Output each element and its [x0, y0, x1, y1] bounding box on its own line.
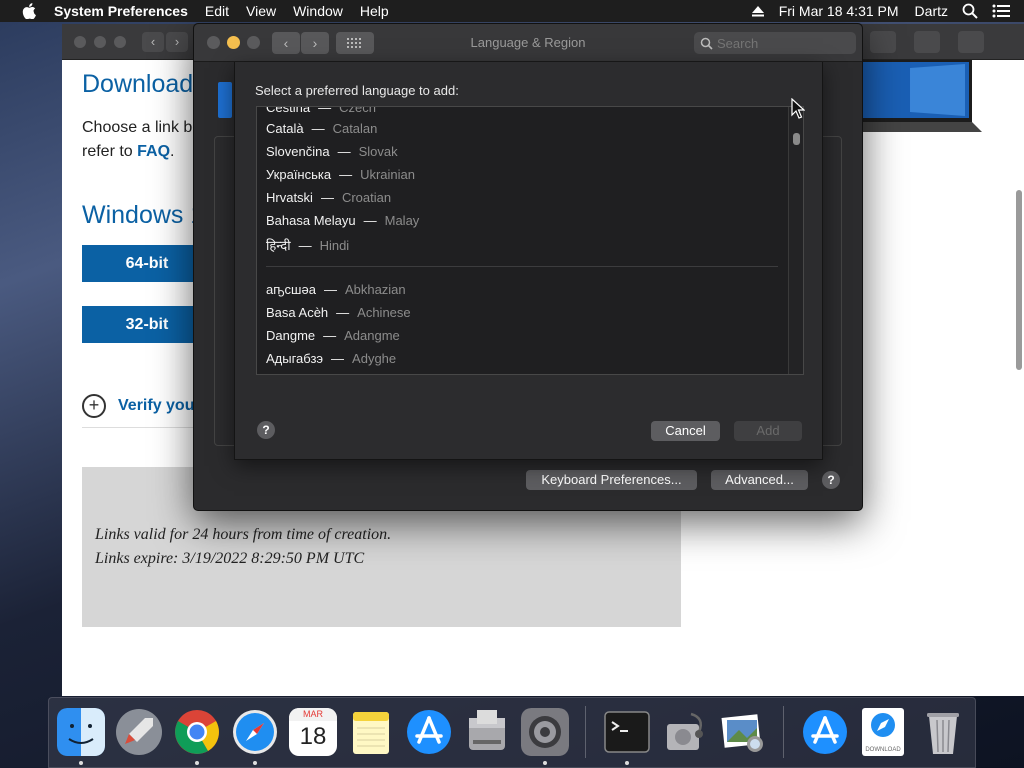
help-button[interactable]: ?	[822, 471, 840, 489]
cancel-button[interactable]: Cancel	[651, 421, 720, 441]
safari-icon	[871, 713, 895, 737]
disk-utility-icon[interactable]	[661, 708, 709, 756]
page-intro-text: Choose a link be refer to FAQ.	[82, 116, 201, 164]
page-scrollbar[interactable]	[1016, 190, 1022, 370]
verify-download-link[interactable]: + Verify you	[82, 394, 194, 418]
calendar-icon[interactable]: MAR 18	[289, 708, 337, 756]
running-indicator	[625, 761, 629, 765]
menu-bar: System Preferences Edit View Window Help…	[0, 0, 1024, 22]
list-item[interactable]: Dangme — Adangme	[266, 328, 400, 343]
verify-label: Verify you	[118, 397, 195, 414]
running-indicator	[253, 761, 257, 765]
list-item[interactable]: Українська — Ukrainian	[266, 167, 415, 182]
intro-line-2: refer to	[82, 143, 138, 160]
dock-separator	[585, 706, 586, 758]
list-item[interactable]: аҧсшәа — Abkhazian	[266, 282, 406, 297]
calendar-month: MAR	[289, 708, 337, 721]
menu-edit[interactable]: Edit	[205, 3, 229, 19]
tabs-overview-icon[interactable]	[958, 31, 984, 53]
calendar-day: 18	[299, 723, 327, 750]
windows-subheading: Windows 1	[82, 201, 205, 229]
links-expire-text: Links expire: 3/19/2022 8:29:50 PM UTC	[95, 550, 365, 567]
browser-close-button[interactable]	[74, 36, 86, 48]
boot-camp-icon[interactable]	[463, 708, 511, 756]
preview-icon[interactable]	[719, 708, 767, 756]
region-flag-icon	[218, 82, 232, 118]
page-heading: Download	[82, 70, 194, 98]
spotlight-search-icon[interactable]	[962, 3, 978, 19]
menubar-clock[interactable]: Fri Mar 18 4:31 PM	[779, 3, 899, 19]
menu-help[interactable]: Help	[360, 3, 389, 19]
finder-icon[interactable]	[57, 708, 105, 756]
dock: MAR 18 DOWNLOAD	[48, 697, 976, 768]
list-scrollbar[interactable]	[788, 107, 803, 374]
add-button[interactable]: Add	[734, 421, 802, 441]
downloads-stack-icon[interactable]: DOWNLOAD	[862, 708, 904, 756]
add-language-sheet: Select a preferred language to add: Češt…	[234, 62, 823, 460]
trash-icon[interactable]	[919, 708, 967, 756]
sheet-prompt: Select a preferred language to add:	[255, 83, 459, 98]
links-valid-text: Links valid for 24 hours from time of cr…	[95, 526, 392, 543]
safari-icon[interactable]	[231, 708, 279, 756]
launchpad-icon[interactable]	[115, 708, 163, 756]
terminal-icon[interactable]	[603, 708, 651, 756]
chrome-icon[interactable]	[173, 708, 221, 756]
mouse-cursor-icon	[791, 98, 805, 119]
language-list[interactable]: Čeština — Czech Català — Catalan Slovenčina —…	[256, 106, 804, 375]
menu-window[interactable]: Window	[293, 3, 343, 19]
running-indicator	[195, 761, 199, 765]
list-item[interactable]: Hrvatski — Croatian	[266, 190, 391, 205]
laptop-image	[860, 60, 982, 132]
share-icon[interactable]	[914, 31, 940, 53]
download-label: DOWNLOAD	[865, 747, 901, 753]
running-indicator	[543, 761, 547, 765]
system-preferences-icon[interactable]	[521, 708, 569, 756]
system-preferences-window: ‹ › Language & Region Keyboard Preferenc…	[193, 23, 863, 511]
faq-link[interactable]: FAQ	[137, 143, 170, 160]
browser-zoom-button[interactable]	[114, 36, 126, 48]
notification-center-icon[interactable]	[992, 4, 1010, 18]
plus-circle-icon: +	[82, 394, 106, 418]
browser-back-button[interactable]: ‹	[142, 32, 164, 52]
eject-icon[interactable]	[751, 5, 765, 17]
search-icon	[700, 37, 713, 50]
list-item[interactable]: Адыгабзэ — Adyghe	[266, 351, 396, 366]
applications-folder-icon[interactable]	[801, 708, 849, 756]
list-item[interactable]: हिन्दी — Hindi	[266, 236, 349, 254]
list-item[interactable]: Slovenčina — Slovak	[266, 144, 398, 159]
dock-separator	[783, 706, 784, 758]
list-item[interactable]: Basa Acèh — Achinese	[266, 305, 411, 320]
list-item[interactable]: Bahasa Melayu — Malay	[266, 213, 419, 228]
list-item[interactable]: Català — Catalan	[266, 121, 377, 136]
menu-view[interactable]: View	[246, 3, 276, 19]
sheet-help-button[interactable]: ?	[257, 421, 275, 439]
intro-line-1: Choose a link be	[82, 119, 202, 136]
downloads-icon[interactable]	[870, 31, 896, 53]
search-input[interactable]	[717, 35, 837, 51]
keyboard-preferences-button[interactable]: Keyboard Preferences...	[526, 470, 697, 490]
list-separator	[266, 266, 778, 267]
search-field[interactable]	[694, 32, 856, 54]
menu-app-name[interactable]: System Preferences	[54, 3, 188, 19]
window-titlebar: ‹ › Language & Region	[194, 24, 862, 62]
app-store-icon[interactable]	[405, 708, 453, 756]
scrollbar-thumb[interactable]	[793, 133, 800, 145]
menubar-user[interactable]: Dartz	[915, 3, 948, 19]
apple-menu-icon[interactable]	[20, 3, 38, 19]
notes-icon[interactable]	[347, 708, 395, 756]
intro-line-2-end: .	[170, 143, 175, 160]
running-indicator	[79, 761, 83, 765]
browser-forward-button[interactable]: ›	[166, 32, 188, 52]
advanced-button[interactable]: Advanced...	[711, 470, 808, 490]
list-item[interactable]: Čeština — Czech	[266, 107, 376, 115]
browser-minimize-button[interactable]	[94, 36, 106, 48]
